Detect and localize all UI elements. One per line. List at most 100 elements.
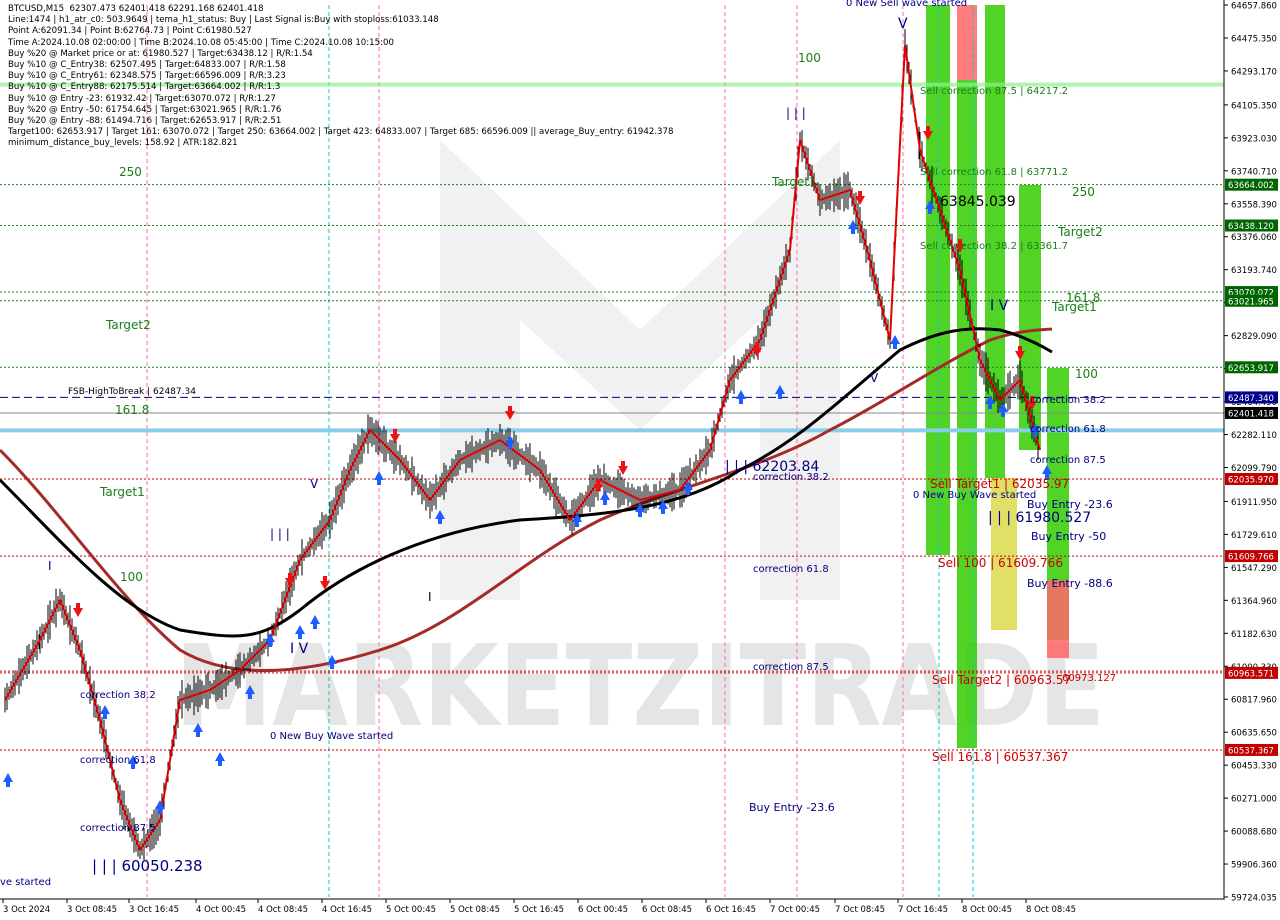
time-tick-label: 3 Oct 08:45 — [67, 905, 117, 915]
price-tick-label: 64475.350 — [1231, 34, 1277, 44]
chart-annotation: 0 New Buy Wave started — [913, 490, 1036, 501]
chart-annotation: 0 New Sell wave started — [846, 0, 967, 9]
time-tick-label: 4 Oct 16:45 — [322, 905, 372, 915]
chart-annotation: correction 61.8 — [753, 564, 829, 575]
chart-annotation: Target1 — [99, 485, 145, 499]
chart-annotation: I — [48, 559, 52, 573]
chart-annotation: 63845.039 — [940, 194, 1016, 210]
price-tick-label: 60817.960 — [1231, 696, 1277, 706]
price-label-text: 61609.766 — [1228, 553, 1274, 563]
price-tick-label: 61547.290 — [1231, 564, 1277, 574]
chart-annotation: Target1 — [1051, 300, 1097, 314]
indicator-info-panel: BTCUSD,M15 62307.473 62401.418 62291.168… — [8, 4, 673, 149]
time-tick-label: 7 Oct 00:45 — [770, 905, 820, 915]
info-line: Target100: 62653.917 | Target 161: 63070… — [8, 127, 674, 138]
chart-annotation: FSB-HighToBreak | 62487.34 — [68, 387, 196, 397]
chart-annotation: 60973.127 — [1062, 673, 1116, 684]
time-tick-label: 6 Oct 08:45 — [642, 905, 692, 915]
price-tick-label: 63193.740 — [1231, 266, 1277, 276]
chart-annotation: Target2 — [1057, 225, 1103, 239]
chart-annotation: Sell 161.8 | 60537.367 — [932, 750, 1068, 764]
chart-annotation: Target1 — [771, 175, 817, 189]
price-tick-label: 61911.950 — [1231, 498, 1277, 508]
price-tick-label: 61729.610 — [1231, 531, 1277, 541]
price-tick-label: 60453.330 — [1231, 762, 1277, 772]
time-tick-label: 4 Oct 08:45 — [258, 905, 308, 915]
price-label-text: 62401.418 — [1228, 409, 1274, 419]
price-tick-label: 59724.035 — [1231, 894, 1277, 904]
chart-annotation: Sell Target1 | 62035.97 — [930, 477, 1069, 491]
chart-annotation: ve started — [0, 877, 51, 888]
time-tick-label: 3 Oct 16:45 — [129, 905, 179, 915]
info-line: Buy %10 @ C_Entry61: 62348.575 | Target:… — [8, 71, 286, 82]
time-tick-label: 4 Oct 00:45 — [196, 905, 246, 915]
time-tick-label: 5 Oct 08:45 — [450, 905, 500, 915]
chart-annotation: 100 — [120, 570, 143, 584]
price-tick-label: 63376.060 — [1231, 233, 1277, 243]
price-label-text: 63664.002 — [1228, 181, 1274, 191]
time-tick-label: 7 Oct 08:45 — [835, 905, 885, 915]
chart-annotation: correction 87.5 — [1030, 455, 1106, 466]
price-tick-label: 62829.090 — [1231, 332, 1277, 342]
chart-annotation: Buy Entry -88.6 — [1027, 577, 1113, 590]
price-axis: 64657.860 64475.350 64293.170 64105.350 6392… — [1223, 0, 1280, 920]
price-tick-label: 63740.710 — [1231, 167, 1277, 177]
chart-annotation: | | | 61980.527 — [988, 510, 1091, 526]
info-line: Time A:2024.10.08 02:00:00 | Time B:2024… — [8, 37, 394, 48]
chart-annotation: correction 87.5 — [80, 823, 156, 834]
price-label-text: 63021.965 — [1228, 297, 1274, 307]
chart-annotation: | | | — [270, 527, 290, 541]
chart-annotation: 100 — [1075, 367, 1098, 381]
info-line: Buy %10 @ C_Entry88: 62175.514 | Target:… — [8, 82, 281, 93]
chart-annotation: 250 — [1072, 185, 1095, 199]
chart-annotation: correction 61.8 — [80, 755, 156, 766]
chart-annotation: V — [310, 477, 319, 491]
chart-annotation: Sell correction 61.8 | 63771.2 — [920, 167, 1068, 178]
chart-annotation: 250 — [119, 165, 142, 179]
chart-annotation: correction 87.5 — [753, 662, 829, 673]
price-tick-label: 64657.860 — [1231, 2, 1277, 12]
time-axis: 3 Oct 2024 3 Oct 08:45 3 Oct 16:45 4 Oct 00… — [0, 898, 1224, 920]
price-tick-label: 61182.630 — [1231, 630, 1277, 640]
price-tick-label: 59906.360 — [1231, 861, 1277, 871]
chart-annotation: V — [870, 371, 879, 385]
price-tick-label: 62099.790 — [1231, 464, 1277, 474]
chart-annotation: V — [898, 16, 908, 32]
price-tick-label: 60635.650 — [1231, 729, 1277, 739]
price-tick-label: 60088.680 — [1231, 828, 1277, 838]
price-tick-label: 60271.000 — [1231, 795, 1277, 805]
price-tick-label: 63558.390 — [1231, 200, 1277, 210]
price-tick-label: 61364.960 — [1231, 597, 1277, 607]
chart-annotation: I — [428, 590, 432, 604]
chart-annotation: I V — [290, 641, 309, 657]
chart-annotation: | | | 60050.238 — [92, 857, 203, 875]
price-tick-label: 62282.110 — [1231, 431, 1277, 441]
price-label-text: 62653.917 — [1228, 364, 1274, 374]
info-line: BTCUSD,M15 62307.473 62401.418 62291.168… — [8, 4, 264, 14]
chart-annotation: 100 — [798, 51, 821, 65]
chart-annotation: Buy Entry -50 — [1031, 530, 1106, 543]
time-tick-label: 6 Oct 16:45 — [706, 905, 756, 915]
zone-bar — [957, 5, 977, 80]
info-line: Point A:62091.34 | Point B:62764.73 | Po… — [8, 26, 252, 37]
chart-annotation: I V — [990, 298, 1009, 314]
chart-annotation: correction 61.8 — [1030, 424, 1106, 435]
price-tick-label: 63923.030 — [1231, 134, 1277, 144]
time-tick-label: 5 Oct 00:45 — [386, 905, 436, 915]
time-tick-label: 5 Oct 16:45 — [514, 905, 564, 915]
chart-annotation: Target2 — [105, 318, 151, 332]
chart-annotation: | | | — [786, 106, 806, 120]
time-tick-label: 8 Oct 00:45 — [962, 905, 1012, 915]
info-line: Buy %20 @ Entry -88: 61494.716 | Target:… — [8, 115, 282, 126]
price-label-text: 62035.970 — [1228, 476, 1274, 486]
time-tick-label: 3 Oct 2024 — [3, 905, 50, 915]
price-label-text: 60963.571 — [1228, 669, 1274, 679]
chart-annotation: Sell correction 87.5 | 64217.2 — [920, 86, 1068, 97]
zone-bar — [957, 80, 977, 748]
chart-annotation: Sell 100 | 61609.766 — [938, 556, 1063, 570]
info-line: Buy %20 @ Market price or at: 61980.527 … — [8, 48, 313, 59]
chart-annotation: correction 38.2 — [1030, 395, 1106, 406]
info-line: Line:1474 | h1_atr_c0: 503.9649 | tema_h… — [8, 15, 439, 26]
chart-annotation: correction 38.2 — [753, 472, 829, 483]
time-tick-label: 8 Oct 08:45 — [1026, 905, 1076, 915]
